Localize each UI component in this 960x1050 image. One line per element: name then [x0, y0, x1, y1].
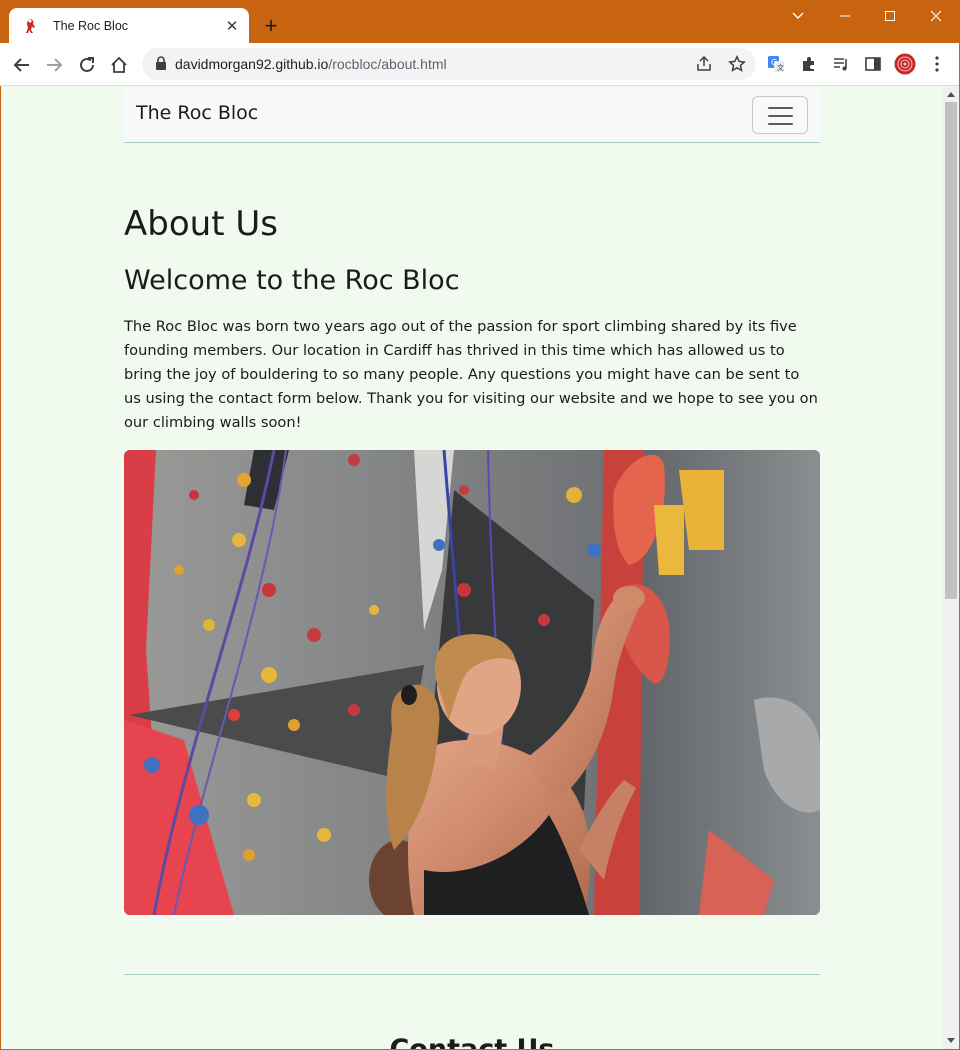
home-button[interactable]	[106, 52, 132, 78]
maximize-button[interactable]	[878, 4, 902, 28]
extensions-puzzle-icon[interactable]	[798, 53, 820, 75]
site-navbar: The Roc Bloc	[124, 86, 820, 143]
minimize-button[interactable]	[833, 4, 857, 28]
lock-icon[interactable]	[155, 56, 169, 72]
tab-search-icon[interactable]	[786, 4, 810, 28]
close-tab-icon[interactable]: ✕	[222, 16, 242, 36]
climber-favicon-icon	[23, 18, 39, 34]
profile-avatar[interactable]	[894, 53, 916, 75]
tab-strip: The Roc Bloc ✕ +	[0, 0, 960, 43]
address-bar[interactable]: davidmorgan92.github.io/rocbloc/about.ht…	[142, 48, 756, 80]
scroll-up-arrow-icon[interactable]	[947, 92, 955, 97]
svg-text:文: 文	[777, 63, 784, 72]
scrollbar-thumb[interactable]	[945, 102, 957, 599]
bookmark-star-icon[interactable]	[727, 54, 747, 74]
climber-photo	[124, 450, 820, 915]
tab-title: The Roc Bloc	[53, 18, 129, 33]
page-title: About Us	[124, 204, 278, 244]
google-translate-icon[interactable]: G文	[765, 53, 787, 75]
browser-menu-icon[interactable]	[926, 53, 948, 75]
contact-heading: Contact Us	[124, 1034, 820, 1049]
page-scrollbar[interactable]	[943, 86, 959, 1049]
share-icon[interactable]	[694, 54, 714, 74]
url-text: davidmorgan92.github.io/rocbloc/about.ht…	[175, 56, 447, 72]
browser-tab[interactable]: The Roc Bloc ✕	[9, 8, 249, 43]
page-viewport: The Roc Bloc About Us Welcome to the Roc…	[1, 86, 943, 1049]
section-divider	[124, 974, 820, 975]
new-tab-button[interactable]: +	[258, 14, 284, 40]
back-button[interactable]	[9, 52, 35, 78]
browser-toolbar: davidmorgan92.github.io/rocbloc/about.ht…	[0, 43, 960, 86]
about-paragraph: The Roc Bloc was born two years ago out …	[124, 318, 818, 431]
scroll-down-arrow-icon[interactable]	[947, 1038, 955, 1043]
close-window-button[interactable]	[924, 4, 948, 28]
side-panel-icon[interactable]	[862, 53, 884, 75]
reload-button[interactable]	[74, 52, 100, 78]
navbar-toggle-button[interactable]	[752, 96, 808, 134]
section-heading: Welcome to the Roc Bloc	[124, 265, 460, 296]
media-playlist-icon[interactable]	[830, 53, 852, 75]
hamburger-icon	[768, 107, 793, 109]
forward-button[interactable]	[41, 52, 67, 78]
site-brand-link[interactable]: The Roc Bloc	[136, 102, 258, 124]
